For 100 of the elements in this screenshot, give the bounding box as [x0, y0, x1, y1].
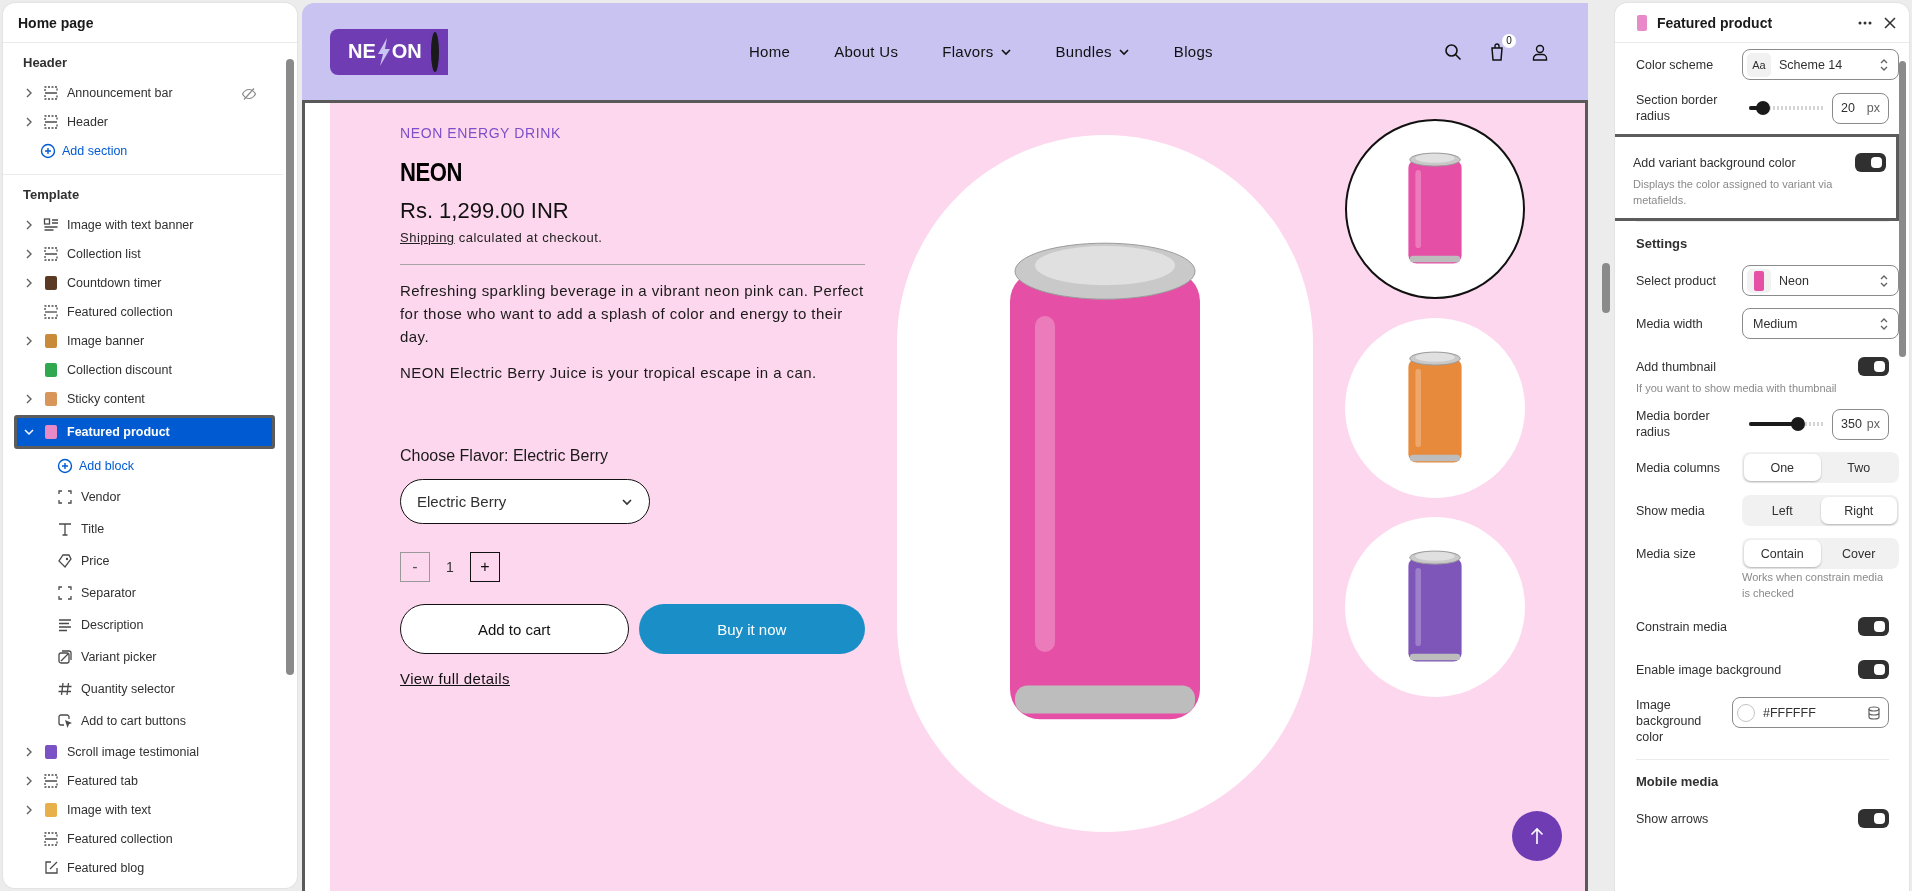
block-item[interactable]: Separator — [3, 577, 283, 609]
scrollbar-thumb[interactable] — [1602, 263, 1610, 313]
product-vendor: NEON ENERGY DRINK — [400, 125, 561, 141]
setting-label: Media border radius — [1636, 408, 1711, 440]
user-icon[interactable] — [1532, 42, 1548, 61]
setting-label: Show media — [1636, 502, 1706, 519]
section-item[interactable]: Featured collection — [3, 824, 283, 853]
section-item[interactable]: Announcement bar — [3, 78, 283, 107]
section-item[interactable]: Featured collection — [3, 297, 283, 326]
section-item[interactable]: Featured tab — [3, 766, 283, 795]
nav-link[interactable]: Blogs — [1173, 43, 1213, 60]
add-block-link[interactable]: Add block — [3, 451, 283, 481]
section-item[interactable]: Header — [3, 107, 283, 136]
section-item[interactable]: Collection discount — [3, 355, 283, 384]
section-item[interactable]: Collection list — [3, 239, 283, 268]
nav-link[interactable]: Flavors — [942, 43, 1012, 60]
section-item[interactable]: Image with text banner — [3, 210, 283, 239]
image-text-icon — [43, 216, 59, 233]
segment-option[interactable]: Contain — [1744, 540, 1821, 567]
toggle-switch[interactable] — [1858, 660, 1889, 679]
database-icon — [1868, 705, 1880, 720]
setting-select[interactable]: Medium — [1742, 308, 1899, 339]
section-item[interactable]: Sticky content — [3, 384, 283, 413]
help-text: If you want to show media with thumbnail — [1635, 381, 1838, 396]
segment-option[interactable]: Right — [1820, 497, 1897, 524]
product-thumbnail-icon — [1747, 268, 1771, 293]
block-item[interactable]: Variant picker — [3, 641, 283, 673]
search-icon[interactable] — [1444, 42, 1462, 61]
hash-icon — [57, 681, 73, 697]
product-description: NEON Electric Berry Juice is your tropical escape in a can. — [400, 363, 817, 383]
add-section-link[interactable]: Add section — [3, 136, 283, 166]
chevron-down-icon[interactable] — [23, 426, 35, 438]
section-icon — [43, 830, 59, 847]
group-heading: Template — [22, 186, 81, 204]
decrease-button[interactable]: - — [400, 552, 430, 582]
settings-heading: Settings — [1635, 235, 1689, 253]
section-item[interactable]: Image banner — [3, 326, 283, 355]
block-item[interactable]: Add to cart buttons — [3, 705, 283, 737]
shipping-link[interactable]: Shipping — [400, 230, 455, 245]
setting-label: Constrain media — [1636, 618, 1728, 635]
setting-select[interactable]: Aa Scheme 14 — [1742, 49, 1899, 80]
toggle-switch[interactable] — [1858, 357, 1889, 376]
number-field[interactable]: 20 px — [1832, 92, 1889, 124]
settings-heading: Mobile media — [1635, 773, 1720, 791]
add-to-cart-button[interactable]: Add to cart — [400, 604, 629, 654]
increase-button[interactable]: + — [470, 552, 500, 582]
edit-icon — [43, 859, 59, 876]
option-label: Choose Flavor: Electric Berry — [400, 447, 609, 465]
selected-section-item[interactable]: Featured product — [14, 415, 275, 449]
flavor-select[interactable]: Electric Berry — [400, 479, 650, 524]
close-icon[interactable] — [1883, 15, 1897, 30]
cart-icon[interactable] — [1490, 42, 1504, 61]
block-item[interactable]: Quantity selector — [3, 673, 283, 705]
number-field[interactable]: 350 px — [1832, 408, 1889, 440]
product-price: Rs. 1,299.00 INR — [400, 198, 569, 224]
segment-option[interactable]: Two — [1820, 454, 1897, 481]
section-item[interactable]: Image with text — [3, 795, 283, 824]
panel-title: Featured product — [1657, 14, 1774, 31]
slider-thumb[interactable] — [1755, 101, 1770, 115]
block-item[interactable]: Price — [3, 545, 283, 577]
paragraph-icon — [57, 617, 73, 633]
section-icon — [43, 303, 59, 320]
setting-label: Image background color — [1636, 697, 1703, 745]
block-item[interactable]: Vendor — [3, 481, 283, 513]
segment-option[interactable]: Cover — [1820, 540, 1897, 567]
nav-link[interactable]: Home — [748, 43, 791, 60]
help-text: Works when constrain media is checked — [1741, 570, 1885, 601]
setting-label: Section border radius — [1636, 92, 1719, 124]
scrollbar-thumb[interactable] — [1899, 61, 1906, 357]
toggle-switch[interactable] — [1858, 809, 1889, 828]
shipping-note: Shipping calculated at checkout. — [400, 230, 603, 245]
toggle-switch[interactable] — [1855, 153, 1886, 172]
quantity-value: 1 — [445, 559, 455, 575]
section-icon — [43, 772, 59, 789]
segment-option[interactable]: One — [1744, 454, 1821, 481]
section-item[interactable]: Scroll image testimonial — [3, 737, 283, 766]
nav-link[interactable]: About Us — [834, 43, 899, 60]
setting-select[interactable]: Neon — [1742, 265, 1899, 296]
product-description: Refreshing sparkling beverage in a vibrant neon pink can. Perfect for those who want to add a splash of color and energy to their day. — [400, 281, 865, 347]
setting-label: Media size — [1636, 545, 1697, 562]
product-title: NEON — [400, 157, 463, 188]
nav-link[interactable]: Bundles — [1055, 43, 1130, 60]
lightning-icon — [375, 37, 392, 66]
segment-option[interactable]: Left — [1744, 497, 1821, 524]
stepper-icon — [1878, 57, 1890, 72]
color-field[interactable]: #FFFFFF — [1732, 697, 1889, 728]
section-icon — [43, 245, 59, 262]
section-item[interactable]: Countdown timer — [3, 268, 283, 297]
block-item[interactable]: Title — [3, 513, 283, 545]
block-item[interactable]: Description — [3, 609, 283, 641]
toggle-switch[interactable] — [1858, 617, 1889, 636]
store-logo[interactable]: NE ON — [330, 28, 448, 75]
section-icon — [43, 84, 59, 101]
scrollbar-thumb[interactable] — [286, 59, 294, 675]
view-details-link[interactable]: View full details — [400, 670, 510, 687]
stepper-icon — [1878, 316, 1890, 331]
slider-thumb[interactable] — [1790, 417, 1805, 431]
text-icon — [57, 521, 73, 537]
buy-now-button[interactable]: Buy it now — [638, 604, 865, 654]
section-item[interactable]: Featured blog — [3, 853, 283, 882]
